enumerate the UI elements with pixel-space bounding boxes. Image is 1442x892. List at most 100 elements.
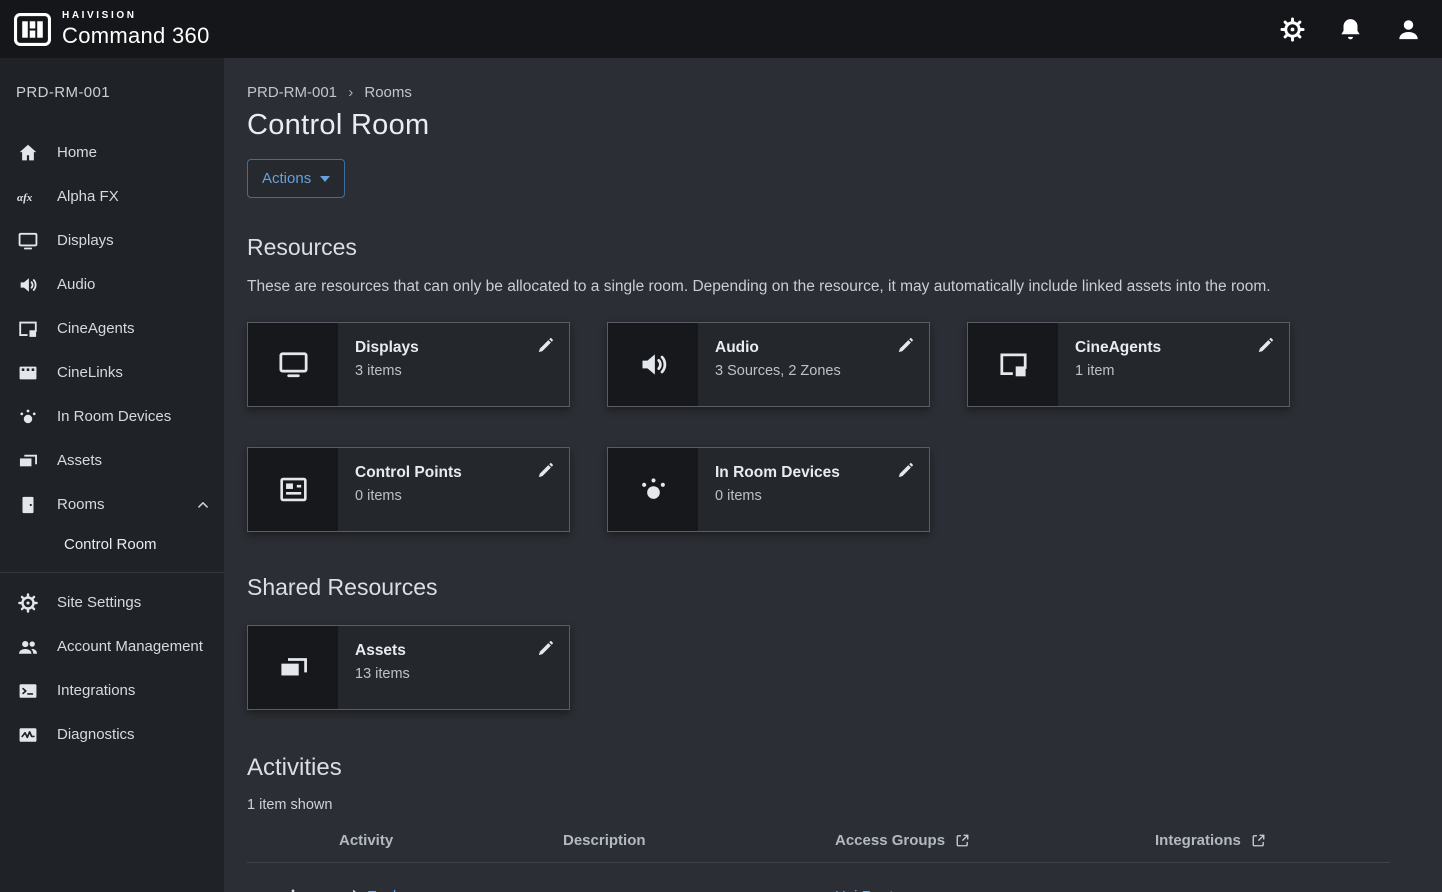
card-body: In Room Devices 0 items — [698, 448, 856, 531]
activities-heading: Activities — [247, 754, 1390, 782]
assets-icon — [248, 626, 338, 709]
sidebar-item-label: CineLinks — [57, 363, 123, 383]
card-title: Displays — [355, 339, 419, 357]
resource-card-audio: Audio 3 Sources, 2 Zones — [607, 322, 930, 407]
breadcrumb-separator: › — [348, 84, 353, 101]
rooms-door-icon — [17, 494, 39, 516]
user-account-icon[interactable] — [1395, 16, 1422, 43]
diagnostics-icon — [17, 724, 39, 746]
sidebar-item-rooms[interactable]: Rooms — [0, 483, 224, 527]
sidebar: PRD-RM-001 Home Alpha FX Displays Audio … — [0, 58, 224, 892]
brand-name-large: Command 360 — [62, 23, 210, 49]
edit-pencil-icon[interactable] — [896, 461, 915, 480]
card-subtitle: 13 items — [355, 666, 410, 682]
card-body: CineAgents 1 item — [1058, 323, 1177, 406]
breadcrumb-parent[interactable]: PRD-RM-001 — [247, 84, 337, 101]
card-title: Audio — [715, 339, 841, 357]
column-activity: Activity — [339, 832, 563, 849]
sidebar-divider — [0, 572, 224, 573]
access-groups-cell: Hai Root — [835, 888, 1155, 892]
sidebar-item-home[interactable]: Home — [0, 131, 224, 175]
card-title: Control Points — [355, 464, 462, 482]
cineagents-icon — [968, 323, 1058, 406]
notifications-bell-icon[interactable] — [1337, 16, 1364, 43]
edit-pencil-icon[interactable] — [536, 639, 555, 658]
speaker-icon — [17, 274, 39, 296]
alpha-fx-icon — [17, 186, 39, 208]
column-label: Description — [563, 832, 646, 849]
chevron-down-icon — [320, 176, 330, 182]
card-body: Assets 13 items — [338, 626, 426, 709]
sidebar-item-in-room-devices[interactable]: In Room Devices — [0, 395, 224, 439]
display-icon — [17, 230, 39, 252]
cineagents-icon — [17, 318, 39, 340]
edit-pencil-icon[interactable] — [1256, 336, 1275, 355]
edit-pencil-icon[interactable] — [896, 336, 915, 355]
brand-text: HAIVISION Command 360 — [62, 10, 210, 49]
terminal-icon — [17, 680, 39, 702]
activities-table: Activity Description Access Groups Integ… — [247, 826, 1390, 892]
sidebar-item-cinelinks[interactable]: CineLinks — [0, 351, 224, 395]
sidebar-item-displays[interactable]: Displays — [0, 219, 224, 263]
edit-pencil-icon[interactable] — [536, 336, 555, 355]
brand[interactable]: HAIVISION Command 360 — [14, 10, 210, 49]
column-integrations: Integrations — [1155, 832, 1390, 849]
sidebar-item-label: Diagnostics — [57, 725, 135, 745]
sidebar-item-audio[interactable]: Audio — [0, 263, 224, 307]
control-points-icon — [248, 448, 338, 531]
external-link-icon[interactable] — [954, 832, 971, 849]
sidebar-item-label: Assets — [57, 451, 102, 471]
table-row: Explore - Hai Root - — [247, 863, 1390, 892]
card-body: Displays 3 items — [338, 323, 435, 406]
column-label: Activity — [339, 832, 393, 849]
card-title: Assets — [355, 642, 410, 660]
sidebar-item-label: Site Settings — [57, 593, 141, 613]
sidebar-item-alpha-fx[interactable]: Alpha FX — [0, 175, 224, 219]
sidebar-item-assets[interactable]: Assets — [0, 439, 224, 483]
sidebar-item-control-room[interactable]: Control Room — [0, 527, 224, 566]
actions-button[interactable]: Actions — [247, 159, 345, 198]
sidebar-item-cineagents[interactable]: CineAgents — [0, 307, 224, 351]
sidebar-item-label: In Room Devices — [57, 407, 171, 427]
sidebar-item-label: Home — [57, 143, 97, 163]
sidebar-item-label: Audio — [57, 275, 95, 295]
access-group-link[interactable]: Hai Root — [835, 888, 893, 892]
settings-gear-icon[interactable] — [1279, 16, 1306, 43]
resource-card-control-points: Control Points 0 items — [247, 447, 570, 532]
external-link-icon[interactable] — [1250, 832, 1267, 849]
column-label: Access Groups — [835, 832, 945, 849]
actions-button-label: Actions — [262, 170, 311, 187]
activity-link[interactable]: Explore — [367, 888, 418, 892]
resource-card-displays: Displays 3 items — [247, 322, 570, 407]
description-cell: - — [563, 888, 835, 892]
card-title: CineAgents — [1075, 339, 1161, 357]
table-header-row: Activity Description Access Groups Integ… — [247, 826, 1390, 863]
card-subtitle: 3 Sources, 2 Zones — [715, 363, 841, 379]
breadcrumb-section[interactable]: Rooms — [364, 84, 412, 101]
brand-name-small: HAIVISION — [62, 10, 210, 21]
kebab-menu-icon[interactable] — [284, 887, 302, 892]
cinelinks-icon — [17, 362, 39, 384]
sidebar-item-label: Integrations — [57, 681, 135, 701]
chevron-up-icon — [194, 496, 212, 514]
topbar-actions — [1279, 16, 1422, 43]
resource-card-cineagents: CineAgents 1 item — [967, 322, 1290, 407]
main-content: PRD-RM-001 › Rooms Control Room Actions … — [224, 58, 1442, 892]
sidebar-item-integrations[interactable]: Integrations — [0, 669, 224, 713]
in-room-device-icon — [608, 448, 698, 531]
in-room-device-icon — [17, 406, 39, 428]
sidebar-item-site-settings[interactable]: Site Settings — [0, 581, 224, 625]
home-icon — [17, 142, 39, 164]
edit-pencil-icon[interactable] — [536, 461, 555, 480]
site-label: PRD-RM-001 — [0, 58, 224, 131]
column-description: Description — [563, 832, 835, 849]
breadcrumb: PRD-RM-001 › Rooms — [247, 84, 1390, 101]
sidebar-subitem-label: Control Room — [64, 536, 157, 553]
shared-resources-heading: Shared Resources — [247, 574, 1390, 601]
page-title: Control Room — [247, 109, 1390, 142]
sidebar-item-account-management[interactable]: Account Management — [0, 625, 224, 669]
sidebar-item-diagnostics[interactable]: Diagnostics — [0, 713, 224, 757]
speaker-icon — [608, 323, 698, 406]
sidebar-item-label: Alpha FX — [57, 187, 119, 207]
integrations-cell: - — [1155, 888, 1390, 892]
